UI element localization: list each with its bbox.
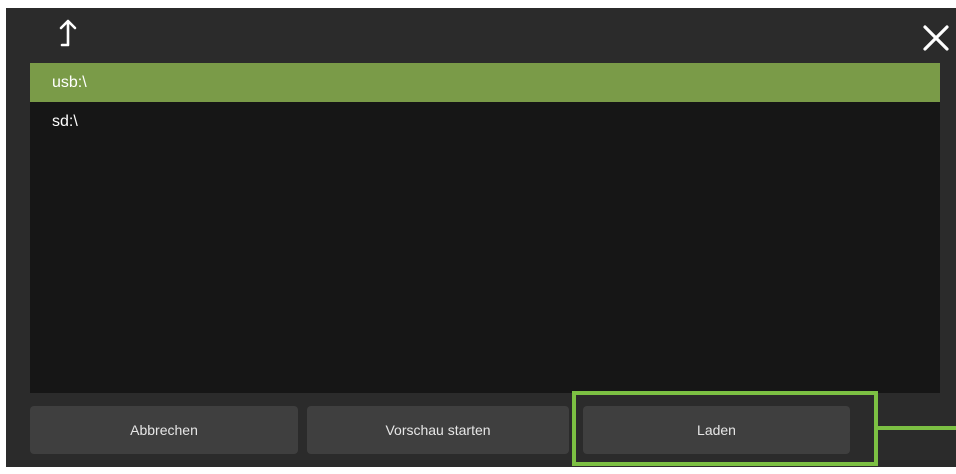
load-button[interactable]: Laden bbox=[583, 406, 850, 454]
arrow-up-icon[interactable] bbox=[56, 18, 80, 50]
list-item-sd[interactable]: sd:\ bbox=[30, 102, 940, 141]
cancel-button[interactable]: Abbrechen bbox=[30, 406, 298, 454]
close-icon[interactable] bbox=[921, 23, 951, 53]
list-item-usb[interactable]: usb:\ bbox=[30, 63, 940, 102]
preview-button[interactable]: Vorschau starten bbox=[307, 406, 569, 454]
file-list: usb:\ sd:\ bbox=[30, 63, 940, 393]
